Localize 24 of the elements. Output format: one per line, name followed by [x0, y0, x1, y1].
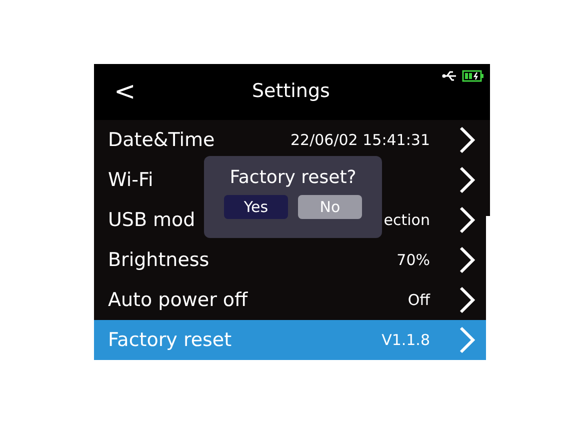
- chevron-right-icon: [458, 165, 476, 195]
- usb-icon: [442, 70, 458, 82]
- dialog-button[interactable]: Yes: [224, 195, 288, 219]
- setting-label: Wi-Fi: [108, 168, 154, 193]
- scrollbar-thumb[interactable]: [486, 216, 490, 362]
- setting-value: ection: [384, 210, 430, 231]
- screen-title: Settings: [252, 79, 330, 104]
- setting-label: Date&Time: [108, 128, 215, 153]
- setting-value: 22/06/02 15:41:31: [290, 130, 430, 151]
- chevron-right-icon: [458, 285, 476, 315]
- setting-label: Auto power off: [108, 288, 248, 313]
- dialog-title: Factory reset?: [230, 166, 356, 190]
- chevron-right-icon: [458, 125, 476, 155]
- chevron-right-icon: [458, 325, 476, 355]
- setting-value: Off: [408, 290, 430, 311]
- setting-label: Brightness: [108, 248, 210, 273]
- chevron-right-icon: [458, 205, 476, 235]
- back-button[interactable]: <: [106, 79, 146, 105]
- setting-label: Factory reset: [108, 328, 232, 353]
- battery-icon: [462, 70, 484, 82]
- setting-value: V1.1.8: [382, 330, 430, 351]
- setting-value: 70%: [396, 250, 430, 271]
- chevron-right-icon: [458, 245, 476, 275]
- setting-label: USB mod: [108, 208, 196, 233]
